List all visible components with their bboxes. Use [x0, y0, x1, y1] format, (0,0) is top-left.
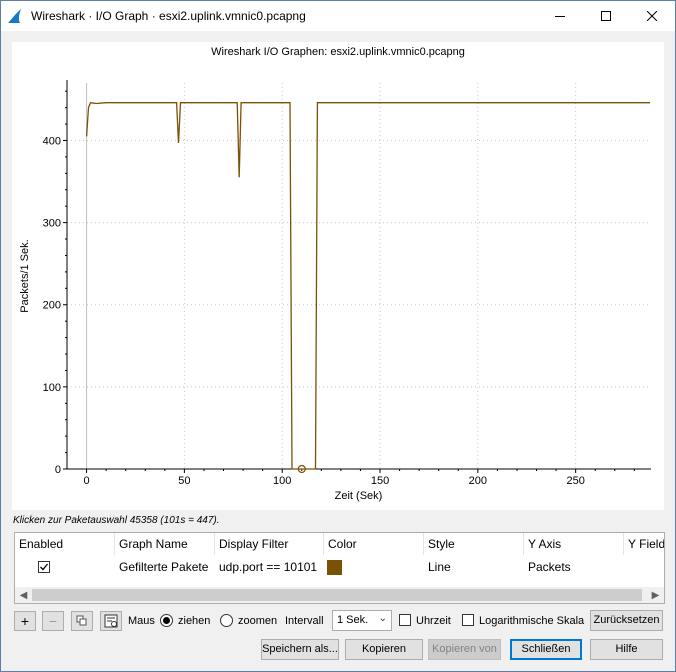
interval-select[interactable]: 1 Sek. ⌄ — [332, 610, 392, 631]
x-tick-label: 50 — [178, 475, 190, 487]
mouse-drag-radio[interactable] — [160, 614, 173, 627]
style-cell[interactable]: Line — [424, 558, 524, 576]
display-filter-cell[interactable]: udp.port == 10101 — [215, 558, 324, 576]
series-line-gefilterte-pakete[interactable] — [85, 101, 650, 470]
scroll-right-arrow-icon[interactable]: ▶ — [647, 587, 664, 603]
mouse-zoom-radio[interactable] — [220, 614, 233, 627]
duplicate-graph-button[interactable] — [71, 611, 93, 631]
log-scale-checkbox[interactable] — [462, 614, 474, 626]
column-header-style[interactable]: Style — [424, 533, 524, 555]
column-header-y-field[interactable]: Y Field — [624, 533, 664, 555]
column-header-y-axis[interactable]: Y Axis — [524, 533, 624, 555]
graph-enabled-checkbox[interactable] — [38, 561, 50, 573]
clear-graphs-button[interactable] — [100, 611, 122, 631]
y-tick-label: 300 — [43, 218, 61, 230]
io-graph-window: Wireshark · I/O Graph · esxi2.uplink.vmn… — [0, 0, 676, 672]
graph-color-swatch[interactable] — [327, 560, 342, 575]
y-axis-label: Packets/1 Sek. — [19, 239, 31, 312]
reset-button[interactable]: Zurücksetzen — [590, 610, 663, 631]
x-tick-label: 150 — [371, 475, 389, 487]
mouse-drag-label[interactable]: ziehen — [178, 615, 210, 627]
graph-name-cell[interactable]: Gefilterte Pakete — [115, 558, 215, 576]
minimize-button[interactable] — [537, 1, 583, 31]
close-button[interactable]: Schließen — [510, 639, 582, 660]
x-tick-label: 200 — [469, 475, 487, 487]
remove-graph-button[interactable]: − — [42, 611, 64, 631]
maximize-button[interactable] — [583, 1, 629, 31]
y-tick-label: 400 — [43, 135, 61, 147]
add-graph-button[interactable]: + — [14, 611, 36, 631]
x-axis-label: Zeit (Sek) — [335, 490, 383, 502]
x-tick-label: 0 — [84, 475, 90, 487]
mouse-mode-label: Maus — [128, 615, 155, 627]
y-tick-label: 100 — [43, 382, 61, 394]
y-tick-label: 0 — [55, 464, 61, 476]
column-header-display-filter[interactable]: Display Filter — [215, 533, 324, 555]
list-clear-icon — [104, 614, 118, 628]
interval-label: Intervall — [285, 615, 324, 627]
column-header-enabled[interactable]: Enabled — [15, 533, 115, 555]
packet-selection-hint: Klicken zur Paketauswahl 45358 (101s = 4… — [13, 515, 220, 526]
interval-value: 1 Sek. — [337, 614, 369, 626]
maximize-icon — [601, 11, 611, 21]
x-tick-label: 250 — [566, 475, 584, 487]
copy-graph-icon — [76, 615, 87, 626]
copy-button[interactable]: Kopieren — [345, 639, 423, 660]
table-horizontal-scrollbar[interactable]: ◀ ▶ — [15, 587, 664, 603]
log-scale-label[interactable]: Logarithmische Skala — [479, 615, 584, 627]
y-axis-cell[interactable]: Packets — [524, 558, 624, 576]
minimize-icon — [555, 16, 565, 17]
x-tick-label: 100 — [273, 475, 291, 487]
scrollbar-thumb[interactable] — [32, 589, 642, 601]
mouse-zoom-label[interactable]: zoomen — [238, 615, 277, 627]
io-graph-chart[interactable]: 0 100 200 300 400 0 50 100 150 200 250 Zeit (Sek) Pa… — [12, 42, 664, 510]
close-window-button[interactable] — [629, 1, 675, 31]
save-as-button[interactable]: Speichern als... — [261, 639, 339, 660]
column-header-color[interactable]: Color — [324, 533, 424, 555]
window-title: Wireshark · I/O Graph · esxi2.uplink.vmn… — [31, 9, 306, 23]
help-button[interactable]: Hilfe — [590, 639, 663, 660]
copy-from-button[interactable]: Kopieren von — [428, 639, 501, 660]
time-of-day-label[interactable]: Uhrzeit — [416, 615, 451, 627]
close-icon — [647, 11, 657, 21]
graph-list-table: Enabled Graph Name Display Filter Color … — [14, 532, 665, 604]
title-bar[interactable]: Wireshark · I/O Graph · esxi2.uplink.vmn… — [1, 1, 675, 31]
scroll-left-arrow-icon[interactable]: ◀ — [15, 587, 32, 603]
checkmark-icon — [40, 563, 49, 571]
chevron-down-icon: ⌄ — [378, 613, 387, 624]
io-graph-plot-area[interactable]: Wireshark I/O Graphen: esxi2.uplink.vmni… — [12, 42, 664, 510]
column-header-graph-name[interactable]: Graph Name — [115, 533, 215, 555]
y-tick-label: 200 — [43, 300, 61, 312]
wireshark-fin-icon — [8, 9, 21, 23]
time-of-day-checkbox[interactable] — [399, 614, 411, 626]
